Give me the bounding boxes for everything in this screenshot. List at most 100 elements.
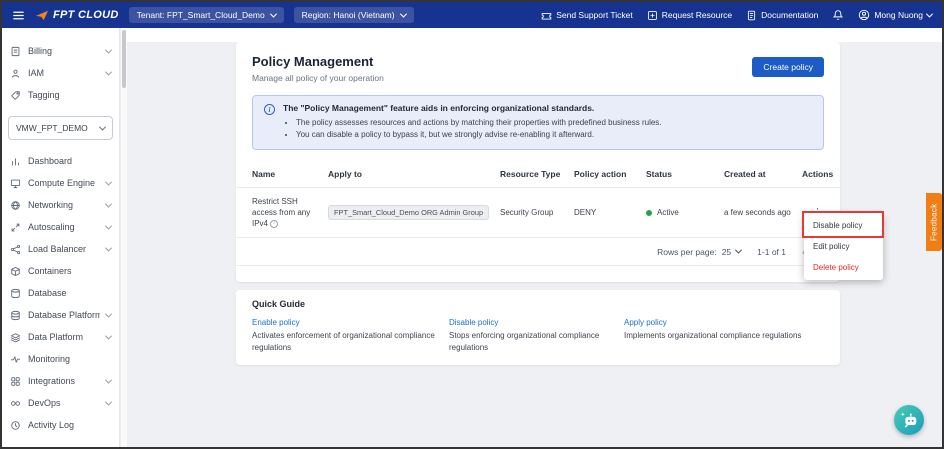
chevron-down-icon <box>105 68 112 75</box>
sidebar-item-containers[interactable]: Containers <box>2 260 119 282</box>
user-name: Mong Nuong <box>874 10 923 20</box>
scrollbar-thumb[interactable] <box>122 30 126 88</box>
alert-bullet: You can disable a policy to bypass it, b… <box>296 129 662 141</box>
sidebar-item-label: Activity Log <box>28 420 74 430</box>
database-icon <box>10 288 22 299</box>
pulse-icon <box>10 354 22 365</box>
column-actions: Actions <box>802 169 841 179</box>
chevron-down-icon <box>105 178 112 185</box>
menu-item-delete-policy[interactable]: Delete policy <box>804 257 883 278</box>
column-name: Name <box>252 169 328 179</box>
sidebar-item-iam[interactable]: IAM <box>2 62 119 84</box>
chevron-down-icon <box>926 10 933 17</box>
apply-policy-description: Implements organizational compliance reg… <box>624 330 810 342</box>
notifications-bell-icon[interactable] <box>832 9 844 21</box>
sidebar-item-label: Dashboard <box>28 156 72 166</box>
sidebar-scrollbar[interactable] <box>120 28 127 447</box>
table-row: Restrict SSH access from any IPv4i FPT_S… <box>236 188 840 239</box>
load-balancer-icon <box>10 244 22 255</box>
region-dropdown[interactable]: Region: Hanoi (Vietnam) <box>294 7 414 23</box>
sidebar-item-load-balancer[interactable]: Load Balancer <box>2 238 119 260</box>
robot-icon <box>899 410 919 430</box>
apply-policy-link[interactable]: Apply policy <box>624 318 810 327</box>
ai-assistant-button[interactable] <box>894 405 924 435</box>
brand-name: FPT CLOUD <box>53 9 119 21</box>
quick-guide-item: Disable policy Stops enforcing organizat… <box>449 318 624 353</box>
region-label: Region: Hanoi (Vietnam) <box>302 10 395 20</box>
quick-guide-title: Quick Guide <box>252 299 824 309</box>
row-actions-menu: Disable policy Edit policy Delete policy <box>804 213 883 280</box>
enable-policy-link[interactable]: Enable policy <box>252 318 435 327</box>
group-chip: FPT_Smart_Cloud_Demo ORG Admin Group <box>328 205 489 220</box>
quick-guide-item: Apply policy Implements organizational c… <box>624 318 824 353</box>
sidebar-item-dashboard[interactable]: Dashboard <box>2 150 119 172</box>
info-icon[interactable]: i <box>270 220 278 228</box>
iam-icon <box>10 68 22 79</box>
page-subtitle: Manage all policy of your operation <box>252 73 384 83</box>
sidebar-item-label: Autoscaling <box>28 222 75 232</box>
sidebar-item-integrations[interactable]: Integrations <box>2 370 119 392</box>
rows-per-page-control[interactable]: Rows per page: 25 <box>657 247 741 257</box>
sidebar-item-label: Database <box>28 288 67 298</box>
info-alert: i The "Policy Management" feature aids i… <box>252 95 824 150</box>
tenant-dropdown[interactable]: Tenant: FPT_Smart_Cloud_Demo <box>129 7 284 23</box>
sidebar-item-data-platform[interactable]: Data Platform <box>2 326 119 348</box>
alert-title: The "Policy Management" feature aids in … <box>283 103 662 113</box>
database-platform-icon <box>10 310 22 321</box>
rows-per-page-label: Rows per page: <box>657 247 717 257</box>
sidebar-item-activity-log[interactable]: Activity Log <box>2 414 119 436</box>
column-status: Status <box>646 169 724 179</box>
resource-type-cell: Security Group <box>500 208 574 217</box>
sidebar-item-database[interactable]: Database <box>2 282 119 304</box>
column-created-at: Created at <box>724 169 802 179</box>
page-header: Policy Management Manage all policy of y… <box>236 42 840 89</box>
container-box-icon <box>10 266 22 277</box>
pagination-range: 1-1 of 1 <box>757 247 786 257</box>
project-select-dropdown[interactable]: VMW_FPT_DEMO <box>8 116 113 140</box>
hamburger-menu-icon[interactable] <box>12 9 25 22</box>
policy-action-cell: DENY <box>574 208 646 217</box>
sidebar-item-networking[interactable]: Networking <box>2 194 119 216</box>
dashboard-icon <box>10 156 22 167</box>
user-menu[interactable]: Mong Nuong <box>858 9 932 21</box>
send-support-ticket-label: Send Support Ticket <box>556 10 633 20</box>
sidebar-item-database-platform[interactable]: Database Platform <box>2 304 119 326</box>
column-resource-type: Resource Type <box>500 169 574 179</box>
sidebar-item-compute-engine[interactable]: Compute Engine <box>2 172 119 194</box>
sidebar-item-label: Networking <box>28 200 73 210</box>
sidebar-item-devops[interactable]: DevOps <box>2 392 119 414</box>
globe-icon <box>10 200 22 211</box>
infinity-icon <box>10 398 22 409</box>
chevron-down-icon <box>99 123 106 130</box>
chevron-down-icon <box>105 222 112 229</box>
enable-policy-description: Activates enforcement of organizational … <box>252 330 435 353</box>
page-title: Policy Management <box>252 54 384 69</box>
fpt-logo-icon <box>35 9 49 21</box>
policy-name-cell: Restrict SSH access from any IPv4i <box>252 196 328 230</box>
sidebar-item-label: Data Platform <box>28 332 83 342</box>
request-resource-link[interactable]: Request Resource <box>647 10 732 21</box>
feedback-tab[interactable]: Feedback <box>926 193 942 251</box>
brand-logo[interactable]: FPT CLOUD <box>35 9 119 21</box>
sidebar-item-billing[interactable]: Billing <box>2 40 119 62</box>
tag-icon <box>10 90 22 101</box>
menu-item-edit-policy[interactable]: Edit policy <box>804 236 883 257</box>
apps-grid-icon <box>10 376 22 387</box>
clock-icon <box>10 420 22 431</box>
sidebar-item-monitoring[interactable]: Monitoring <box>2 348 119 370</box>
send-support-ticket-link[interactable]: Send Support Ticket <box>541 10 633 21</box>
chevron-down-icon <box>105 200 112 207</box>
main-content: Policy Management Manage all policy of y… <box>127 28 942 447</box>
disable-policy-link[interactable]: Disable policy <box>449 318 610 327</box>
status-dot <box>646 210 652 216</box>
rows-per-page-value: 25 <box>722 247 731 257</box>
sidebar-item-label: Tagging <box>28 90 60 100</box>
apply-to-cell: FPT_Smart_Cloud_Demo ORG Admin Group <box>328 205 500 220</box>
table-header: Name Apply to Resource Type Policy actio… <box>236 162 840 188</box>
documentation-link[interactable]: Documentation <box>746 10 818 21</box>
sidebar-item-autoscaling[interactable]: Autoscaling <box>2 216 119 238</box>
menu-item-disable-policy[interactable]: Disable policy <box>804 215 883 236</box>
sidebar-item-tagging[interactable]: Tagging <box>2 84 119 106</box>
create-policy-button[interactable]: Create policy <box>752 57 824 77</box>
policy-management-card: Policy Management Manage all policy of y… <box>236 42 840 282</box>
